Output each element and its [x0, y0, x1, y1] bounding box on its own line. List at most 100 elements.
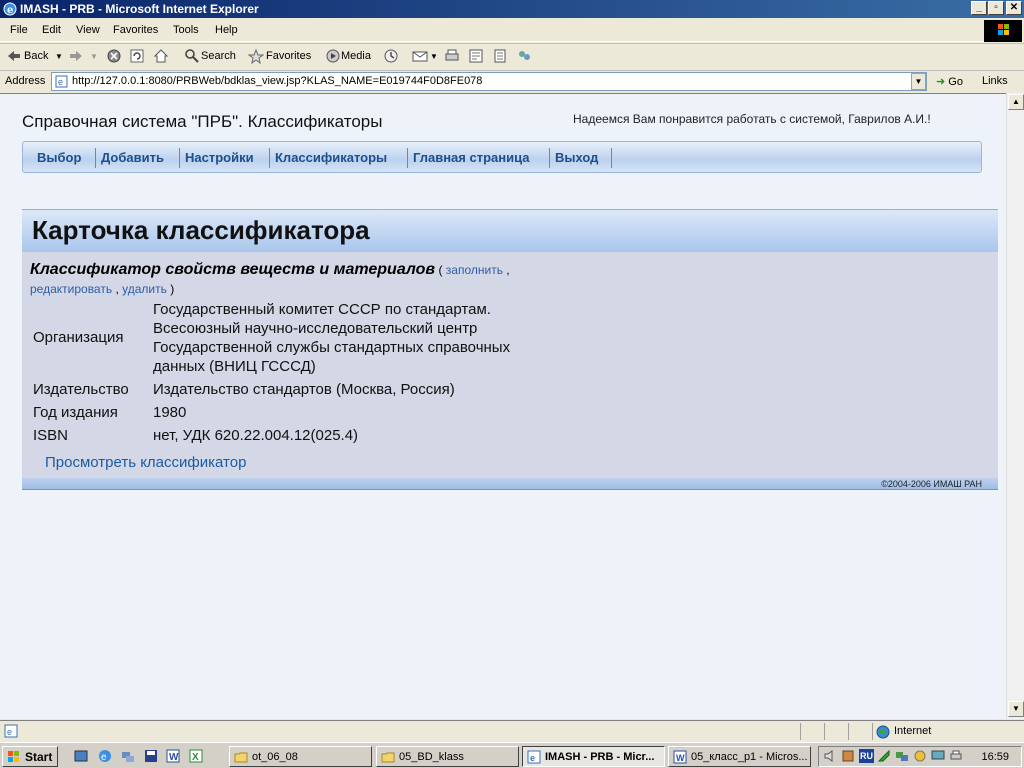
menu-edit[interactable]: Edit — [42, 24, 61, 36]
mail-dropdown-icon[interactable]: ▼ — [430, 52, 438, 61]
ie-quicklaunch-icon[interactable]: e — [97, 748, 113, 764]
vertical-scrollbar[interactable]: ▲ ▼ — [1006, 93, 1024, 719]
minimize-button[interactable]: _ — [971, 1, 987, 15]
maximize-button[interactable]: ▫ — [988, 1, 1004, 15]
menu-view[interactable]: View — [76, 24, 100, 36]
search-icon[interactable] — [184, 48, 200, 64]
save-icon[interactable] — [143, 748, 159, 764]
search-button[interactable]: Search — [201, 50, 236, 62]
scroll-up-icon[interactable]: ▲ — [1008, 94, 1024, 110]
go-button[interactable]: ➜ Go — [936, 75, 963, 88]
edit-link[interactable]: редактировать — [30, 282, 112, 296]
tray-app-icon[interactable] — [841, 749, 855, 763]
back-arrow-icon[interactable] — [6, 48, 22, 64]
word-icon[interactable]: W — [165, 748, 181, 764]
excel-icon[interactable]: X — [188, 748, 204, 764]
address-url: http://127.0.0.1:8080/PRBWeb/bdklas_view… — [72, 75, 483, 87]
svg-text:W: W — [676, 753, 685, 763]
nav-classifiers[interactable]: Классификаторы — [275, 150, 387, 165]
nav-exit[interactable]: Выход — [555, 150, 598, 165]
year-label: Год издания — [33, 404, 118, 421]
tray-tool-icon[interactable] — [877, 749, 891, 763]
fill-link[interactable]: заполнить — [446, 263, 503, 277]
home-icon[interactable] — [153, 48, 169, 64]
task-label: 05_класс_р1 - Micros... — [691, 751, 808, 763]
address-dropdown-icon[interactable]: ▼ — [911, 73, 926, 90]
nav-home[interactable]: Главная страница — [413, 150, 529, 165]
status-divider — [800, 723, 801, 740]
clock: 16:59 — [981, 751, 1009, 763]
view-classifier-link[interactable]: Просмотреть классификатор — [45, 454, 246, 471]
org-line: данных (ВНИЦ ГСССД) — [153, 358, 316, 375]
start-button[interactable]: Start — [2, 746, 58, 767]
menu-favorites[interactable]: Favorites — [113, 24, 158, 36]
volume-icon[interactable] — [823, 749, 837, 763]
forward-arrow-icon[interactable] — [68, 48, 84, 64]
svg-text:e: e — [7, 727, 12, 737]
address-input[interactable]: e http://127.0.0.1:8080/PRBWeb/bdklas_vi… — [51, 72, 927, 91]
nav-divider — [95, 148, 96, 168]
media-button[interactable]: Media — [341, 50, 371, 62]
show-desktop-icon[interactable] — [73, 748, 89, 764]
nav-divider — [611, 148, 612, 168]
links-button[interactable]: Links — [982, 75, 1008, 87]
discuss-icon[interactable] — [492, 48, 508, 64]
scroll-down-icon[interactable]: ▼ — [1008, 701, 1024, 717]
status-divider — [872, 723, 873, 740]
task-folder-ot[interactable]: ot_06_08 — [229, 746, 372, 767]
ie-logo-icon: e — [3, 2, 17, 16]
tray-security-icon[interactable] — [913, 749, 927, 763]
favorites-button[interactable]: Favorites — [266, 50, 311, 62]
language-indicator[interactable]: RU — [859, 749, 874, 763]
stop-icon[interactable] — [106, 48, 122, 64]
edit-page-icon[interactable] — [468, 48, 484, 64]
tray-network-icon[interactable] — [895, 749, 909, 763]
back-dropdown-icon[interactable]: ▼ — [55, 52, 63, 61]
media-icon[interactable] — [325, 48, 341, 64]
svg-text:e: e — [530, 753, 535, 763]
refresh-icon[interactable] — [129, 48, 145, 64]
messenger-icon[interactable] — [516, 48, 532, 64]
back-button[interactable]: Back — [24, 50, 48, 62]
org-label: Организация — [33, 329, 124, 346]
tray-printer-icon[interactable] — [949, 749, 963, 763]
status-bar: e Internet — [0, 720, 1024, 742]
start-label: Start — [25, 750, 53, 764]
title-bar: e IMASH - PRB - Microsoft Internet Explo… — [0, 0, 1024, 18]
history-icon[interactable] — [383, 48, 399, 64]
address-bar: Address e http://127.0.0.1:8080/PRBWeb/b… — [0, 70, 1024, 92]
paren-close: ) — [170, 282, 175, 296]
tray-monitor-icon[interactable] — [931, 749, 945, 763]
page-content: Справочная система "ПРБ". Классификаторы… — [0, 93, 1006, 719]
go-label: Go — [948, 76, 963, 88]
task-folder-bd[interactable]: 05_BD_klass — [376, 746, 519, 767]
nav-add[interactable]: Добавить — [101, 150, 164, 165]
org-line: Всесоюзный научно-исследовательский цент… — [153, 320, 478, 337]
task-word-doc[interactable]: W 05_класс_р1 - Micros... — [668, 746, 811, 767]
task-ie-active[interactable]: e IMASH - PRB - Micr... — [522, 746, 665, 767]
nav-divider — [549, 148, 550, 168]
menu-help[interactable]: Help — [215, 24, 238, 36]
year-value: 1980 — [153, 404, 187, 421]
nav-select[interactable]: Выбор — [37, 150, 81, 165]
windows-flag-icon — [8, 751, 19, 762]
network-icon[interactable] — [120, 748, 136, 764]
classifier-heading: Классификатор свойств веществ и материал… — [30, 261, 510, 279]
print-icon[interactable] — [444, 48, 460, 64]
mail-icon[interactable] — [412, 48, 428, 64]
menu-tools[interactable]: Tools — [173, 24, 199, 36]
separator: , — [115, 282, 119, 296]
delete-link[interactable]: удалить — [122, 282, 167, 296]
card-footer: ©2004-2006 ИМАШ РАН — [22, 478, 998, 490]
close-button[interactable]: ✕ — [1006, 1, 1022, 15]
forward-dropdown-icon[interactable]: ▼ — [90, 52, 98, 61]
nav-settings[interactable]: Настройки — [185, 150, 254, 165]
menu-file[interactable]: File — [10, 24, 28, 36]
task-label: ot_06_08 — [252, 751, 298, 763]
status-divider — [824, 723, 825, 740]
ie-icon: e — [527, 750, 541, 764]
nav-divider — [269, 148, 270, 168]
svg-text:W: W — [169, 752, 179, 763]
window-title: IMASH - PRB - Microsoft Internet Explore… — [20, 2, 259, 16]
favorites-icon[interactable] — [248, 48, 264, 64]
